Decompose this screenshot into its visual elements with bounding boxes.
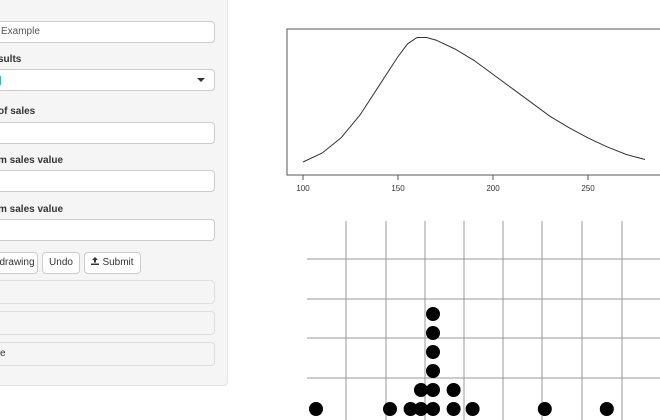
data-point[interactable] — [426, 402, 440, 416]
data-point[interactable] — [426, 326, 440, 340]
x-tick-label: 250 — [581, 184, 595, 193]
density-line — [302, 37, 646, 163]
dot-points — [309, 307, 614, 416]
dot-chart[interactable] — [307, 221, 660, 420]
data-point[interactable] — [465, 402, 480, 416]
x-tick-label: 100 — [296, 184, 310, 193]
data-point[interactable] — [426, 345, 440, 359]
data-point[interactable] — [309, 402, 323, 416]
data-point[interactable] — [426, 307, 440, 321]
data-point[interactable] — [537, 402, 552, 416]
data-point[interactable] — [383, 402, 397, 416]
density-x-axis: 100 150 200 250 — [296, 175, 595, 193]
x-tick-label: 200 — [486, 184, 500, 193]
data-point[interactable] — [426, 383, 440, 397]
data-point[interactable] — [414, 383, 428, 397]
data-point[interactable] — [446, 383, 461, 397]
data-point[interactable] — [599, 402, 614, 416]
density-plot-frame — [286, 28, 660, 176]
chart-area: 100 150 200 250 — [286, 28, 660, 420]
density-chart: 100 150 200 250 — [286, 28, 660, 193]
data-point[interactable] — [426, 364, 440, 378]
data-point[interactable] — [414, 402, 428, 416]
data-point[interactable] — [446, 402, 461, 416]
dot-grid — [307, 221, 660, 420]
x-tick-label: 150 — [391, 184, 405, 193]
